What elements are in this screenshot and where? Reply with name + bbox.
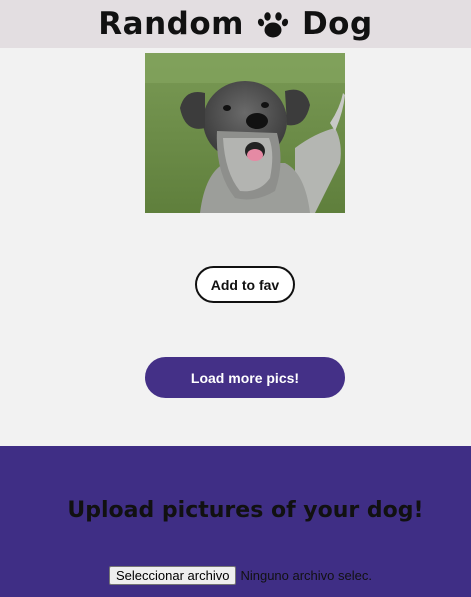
dog-photo: [145, 53, 345, 213]
site-title: Random Dog: [98, 6, 372, 42]
upload-title: Upload pictures of your dog!: [67, 498, 424, 523]
site-title-left: Random: [98, 6, 244, 42]
add-to-fav-button[interactable]: Add to fav: [195, 266, 295, 303]
paw-icon: [257, 12, 289, 38]
file-input[interactable]: Seleccionar archivo Ninguno archivo sele…: [109, 566, 372, 585]
load-more-button[interactable]: Load more pics!: [145, 357, 345, 398]
choose-file-button[interactable]: Seleccionar archivo: [109, 566, 237, 585]
file-status-text: Ninguno archivo selec.: [240, 568, 372, 583]
upload-section: Upload pictures of your dog! Seleccionar…: [0, 446, 471, 597]
dog-photo-image: [145, 53, 345, 213]
site-title-right: Dog: [301, 6, 373, 42]
header-bar: Random Dog: [0, 0, 471, 48]
